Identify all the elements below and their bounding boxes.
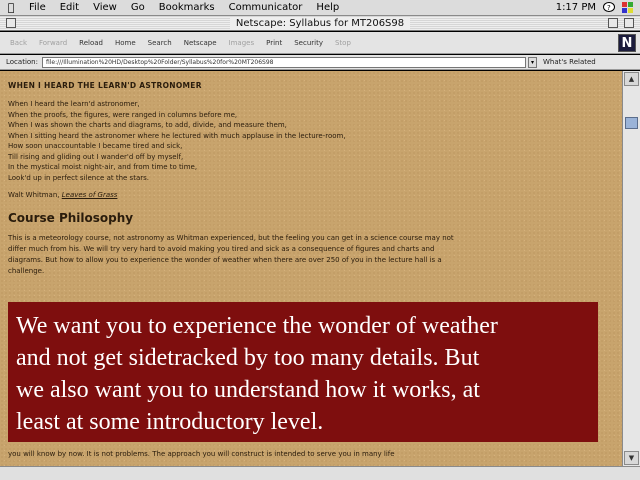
caption-line: and not get sidetracked by too many deta…: [16, 345, 480, 371]
forward-button[interactable]: Forward: [39, 39, 67, 47]
location-bar: Location: file:///Illumination%20HD/Desk…: [0, 55, 640, 70]
menu-help[interactable]: Help: [309, 2, 346, 13]
collapse-box-icon[interactable]: [624, 18, 634, 28]
caption-line: least at some introductory level.: [16, 409, 324, 435]
poem-title: WHEN I HEARD THE LEARN'D ASTRONOMER: [8, 81, 202, 90]
print-button[interactable]: Print: [266, 39, 282, 47]
reload-button[interactable]: Reload: [79, 39, 103, 47]
menu-communicator[interactable]: Communicator: [222, 2, 310, 13]
close-box-icon[interactable]: [6, 18, 16, 28]
search-button[interactable]: Search: [148, 39, 172, 47]
status-bar: [0, 466, 640, 480]
balloon-help-icon[interactable]: ?: [602, 2, 615, 13]
section-heading: Course Philosophy: [8, 211, 134, 225]
stop-button[interactable]: Stop: [335, 39, 351, 47]
menubar-clock[interactable]: 1:17 PM: [556, 2, 596, 13]
menu-file[interactable]: File: [22, 2, 53, 13]
location-url-field[interactable]: file:///Illumination%20HD/Desktop%20Fold…: [41, 56, 526, 68]
application-menu-icon[interactable]: [621, 2, 634, 13]
zoom-box-icon[interactable]: [608, 18, 618, 28]
attribution-author: Walt Whitman,: [8, 191, 60, 199]
location-dropdown-icon[interactable]: ▾: [527, 56, 537, 68]
scroll-up-icon[interactable]: ▲: [624, 72, 639, 86]
menu-edit[interactable]: Edit: [53, 2, 86, 13]
menu-bar:  File Edit View Go Bookmarks Communicat…: [0, 0, 640, 16]
paragraph-line-bottom: you will know by now. It is not problems…: [8, 450, 395, 458]
poem-line: How soon unaccountable I became tired an…: [8, 142, 183, 150]
scroll-down-icon[interactable]: ▼: [624, 451, 639, 465]
images-button[interactable]: Images: [229, 39, 255, 47]
poem-line: When the proofs, the figures, were range…: [8, 110, 238, 119]
window-title-bar[interactable]: Netscape: Syllabus for MT206S98: [0, 16, 640, 31]
navigation-toolbar: Back Forward Reload Home Search Netscape…: [0, 32, 640, 54]
caption-line: We want you to experience the wonder of …: [16, 313, 498, 339]
security-button[interactable]: Security: [294, 39, 323, 47]
paragraph-line: This is a meteorology course, not astron…: [8, 234, 454, 242]
whats-related-button[interactable]: What's Related: [543, 58, 596, 66]
location-label: Location:: [6, 58, 38, 66]
scroll-thumb[interactable]: [625, 117, 638, 129]
menu-go[interactable]: Go: [124, 2, 152, 13]
netscape-logo-icon[interactable]: N: [618, 34, 636, 52]
menubar-status-area: 1:17 PM ?: [556, 2, 640, 13]
paragraph-line: diagrams. But how to allow you to experi…: [8, 256, 442, 264]
apple-menu-icon[interactable]: : [0, 1, 22, 14]
menu-view[interactable]: View: [86, 2, 124, 13]
leaves-of-grass-link[interactable]: Leaves of Grass: [62, 191, 118, 199]
poem-attribution: Walt Whitman, Leaves of Grass: [8, 191, 614, 199]
philosophy-paragraph: This is a meteorology course, not astron…: [8, 233, 614, 277]
poem-line: Look'd up in perfect silence at the star…: [8, 173, 149, 182]
caption-overlay: We want you to experience the wonder of …: [8, 302, 598, 442]
caption-line: we also want you to understand how it wo…: [16, 377, 480, 403]
home-button[interactable]: Home: [115, 39, 136, 47]
window-title: Netscape: Syllabus for MT206S98: [229, 17, 411, 29]
menu-bookmarks[interactable]: Bookmarks: [152, 2, 222, 13]
back-button[interactable]: Back: [10, 39, 27, 47]
paragraph-line: challenge.: [8, 267, 45, 275]
poem-line: In the mystical moist night-air, and fro…: [8, 163, 198, 171]
paragraph-line: differ much from his. We will try very h…: [8, 245, 435, 253]
poem-line: When I heard the learn'd astronomer,: [8, 100, 140, 108]
poem-line: Till rising and gliding out I wander'd o…: [8, 152, 184, 161]
svg-text:?: ?: [607, 4, 611, 12]
vertical-scrollbar[interactable]: ▲ ▼: [622, 71, 640, 466]
poem-line: When I sitting heard the astronomer wher…: [8, 131, 346, 140]
poem-block: When I heard the learn'd astronomer, Whe…: [8, 99, 614, 183]
netscape-button[interactable]: Netscape: [184, 39, 217, 47]
poem-line: When I was shown the charts and diagrams…: [8, 121, 287, 129]
